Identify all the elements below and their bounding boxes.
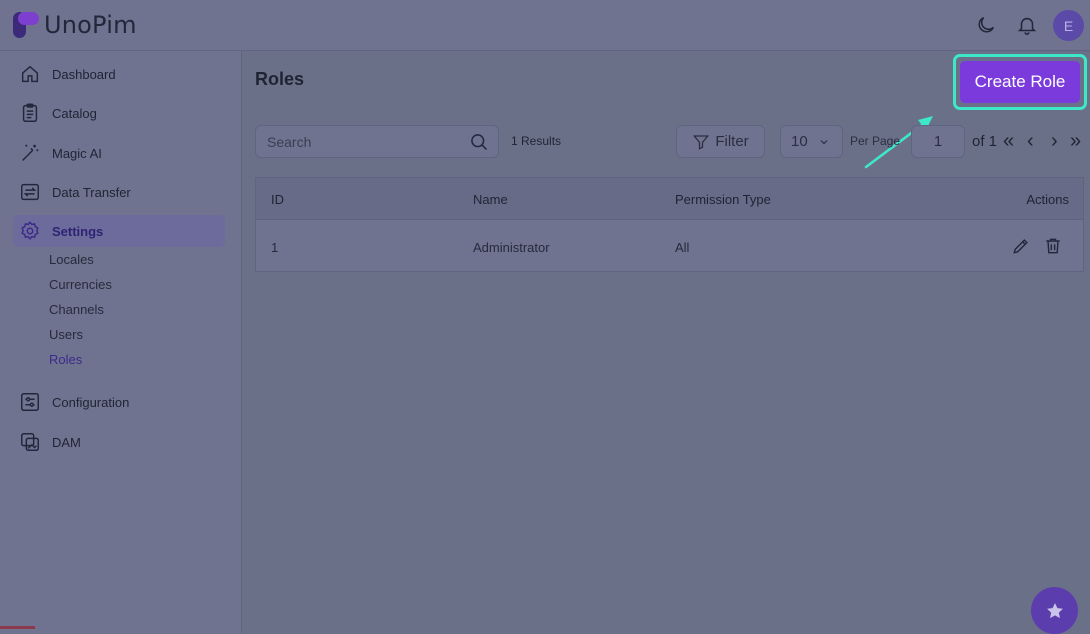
search-box — [255, 125, 499, 158]
create-role-highlight: Create Role — [953, 54, 1087, 110]
sidebar-sub-roles[interactable]: Roles — [49, 352, 82, 367]
sidebar-sub-users[interactable]: Users — [49, 327, 83, 342]
home-icon — [21, 65, 39, 83]
filter-label: Filter — [715, 133, 749, 150]
progress-indicator — [0, 626, 35, 629]
total-pages-label: of 1 — [972, 133, 998, 150]
search-input[interactable] — [256, 126, 461, 157]
filter-button[interactable]: Filter — [676, 125, 765, 158]
sidebar-sub-channels[interactable]: Channels — [49, 302, 104, 317]
search-icon[interactable] — [469, 132, 489, 152]
cell-permission-type: All — [675, 240, 690, 255]
column-header-actions: Actions — [1026, 192, 1069, 207]
sidebar-item-configuration[interactable]: Configuration — [13, 386, 225, 418]
app-name: UnoPim — [44, 11, 137, 39]
column-header-permission-type[interactable]: Permission Type — [675, 192, 771, 207]
favorite-fab-button[interactable] — [1031, 587, 1078, 634]
sidebar-item-label: Data Transfer — [52, 184, 131, 200]
per-page-value: 10 — [791, 133, 808, 150]
sidebar-item-label: Dashboard — [52, 66, 116, 82]
transfer-icon — [21, 183, 39, 201]
star-icon — [1046, 602, 1063, 618]
cell-id: 1 — [271, 240, 279, 255]
sidebar-item-label: DAM — [52, 434, 81, 450]
sidebar-item-data-transfer[interactable]: Data Transfer — [13, 176, 225, 208]
user-avatar[interactable]: E — [1053, 10, 1084, 41]
sidebar-item-dashboard[interactable]: Dashboard — [13, 58, 225, 90]
per-page-select[interactable]: 10 — [780, 125, 843, 158]
sidebar-item-label: Catalog — [52, 105, 97, 121]
cell-name: Administrator — [473, 240, 550, 255]
images-icon — [21, 433, 39, 451]
bell-icon[interactable] — [1016, 14, 1038, 36]
sidebar-item-settings[interactable]: Settings — [13, 215, 225, 247]
prev-page-button[interactable]: ‹ — [1027, 131, 1034, 151]
page-number-input[interactable] — [911, 125, 965, 158]
sidebar-item-catalog[interactable]: Catalog — [13, 97, 225, 129]
trash-icon[interactable] — [1043, 236, 1063, 256]
unopim-logo-icon — [13, 12, 39, 38]
chevron-down-icon — [820, 139, 828, 144]
sidebar-item-magic-ai[interactable]: Magic AI — [13, 137, 225, 169]
column-header-id[interactable]: ID — [271, 192, 284, 207]
edit-icon[interactable] — [1011, 236, 1031, 256]
magic-wand-icon — [22, 144, 39, 161]
roles-table: ID Name Permission Type Actions 1 Admini… — [255, 177, 1084, 272]
results-count: 1 Results — [511, 134, 562, 148]
sidebar-sub-locales[interactable]: Locales — [49, 252, 94, 267]
create-role-button[interactable]: Create Role — [960, 61, 1080, 103]
sidebar: Dashboard Catalog Magic AI Data Transfer… — [0, 51, 242, 634]
page-title: Roles — [255, 69, 305, 89]
sidebar-item-label: Configuration — [52, 394, 130, 410]
sidebar-item-label: Magic AI — [52, 145, 102, 161]
gear-icon — [21, 221, 39, 240]
sidebar-item-dam[interactable]: DAM — [13, 426, 225, 458]
filter-icon — [693, 134, 710, 150]
sidebar-sub-currencies[interactable]: Currencies — [49, 277, 112, 292]
next-page-button[interactable]: › — [1051, 131, 1058, 151]
table-header — [256, 178, 1083, 220]
column-header-name[interactable]: Name — [473, 192, 508, 207]
first-page-button[interactable]: « — [1003, 131, 1014, 151]
per-page-label: Per Page — [850, 134, 901, 148]
top-header: UnoPim E — [0, 0, 1090, 51]
clipboard-icon — [22, 103, 38, 122]
sidebar-item-label: Settings — [52, 223, 104, 239]
app-logo[interactable]: UnoPim — [12, 11, 137, 39]
sliders-icon — [21, 393, 39, 411]
moon-icon[interactable] — [975, 14, 997, 36]
last-page-button[interactable]: » — [1070, 131, 1081, 151]
